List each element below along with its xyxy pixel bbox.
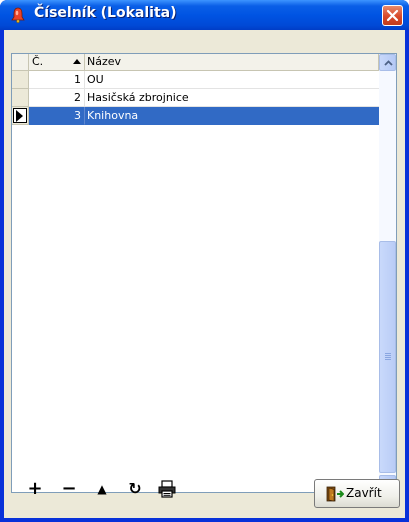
- scroll-thumb[interactable]: [379, 241, 396, 473]
- column-header-number-label: Č.: [32, 55, 44, 68]
- window-title: Číselník (Lokalita): [34, 5, 177, 21]
- grip-line: [385, 355, 391, 356]
- cell-number[interactable]: 2: [29, 89, 85, 107]
- cell-name[interactable]: OU: [85, 71, 379, 89]
- grip-line: [385, 353, 391, 354]
- data-grid[interactable]: Č. Název 1 OU 2 Hasičská zbrojnice 3 Kni…: [11, 53, 397, 493]
- column-header-number[interactable]: Č.: [29, 54, 85, 71]
- dialog-body: Č. Název 1 OU 2 Hasičská zbrojnice 3 Kni…: [4, 30, 405, 518]
- row-indicator[interactable]: [12, 89, 29, 107]
- column-header-name[interactable]: Název: [85, 54, 379, 71]
- row-indicator-current[interactable]: [12, 107, 29, 125]
- cell-number[interactable]: 3: [29, 107, 85, 125]
- printer-icon: [158, 480, 176, 498]
- delete-record-button[interactable]: −: [58, 478, 80, 500]
- window-close-button[interactable]: [382, 5, 403, 26]
- window-frame-bottom: [0, 518, 409, 522]
- vertical-scrollbar[interactable]: [379, 54, 396, 492]
- bell-icon: [10, 7, 26, 23]
- cell-number[interactable]: 1: [29, 71, 85, 89]
- row-indicator-header: [12, 54, 29, 71]
- refresh-button[interactable]: ↻: [124, 478, 146, 500]
- sort-ascending-icon: [73, 59, 81, 64]
- cell-name[interactable]: Knihovna: [85, 107, 379, 125]
- table-row-selected[interactable]: 3 Knihovna: [12, 107, 379, 125]
- table-row[interactable]: 1 OU: [12, 71, 379, 89]
- print-button[interactable]: [156, 478, 178, 500]
- cell-name[interactable]: Hasičská zbrojnice: [85, 89, 379, 107]
- title-bar[interactable]: Číselník (Lokalita): [0, 0, 409, 30]
- dialog-window: Číselník (Lokalita) Č. Název 1 OU 2 Hasi…: [0, 0, 409, 522]
- row-indicator[interactable]: [12, 71, 29, 89]
- column-header-name-label: Název: [87, 55, 122, 68]
- move-up-button[interactable]: ▲: [91, 478, 113, 500]
- grip-line: [385, 357, 391, 358]
- close-button[interactable]: Zavřít: [314, 479, 400, 508]
- grip-line: [385, 359, 391, 360]
- close-button-label: Zavřít: [346, 486, 382, 500]
- add-record-button[interactable]: +: [24, 478, 46, 500]
- exit-door-icon: [326, 486, 344, 502]
- scroll-up-button[interactable]: [379, 54, 396, 71]
- close-x-icon: [386, 9, 399, 22]
- current-record-pointer-icon: [16, 110, 23, 122]
- chevron-up-icon: [384, 60, 393, 66]
- table-row[interactable]: 2 Hasičská zbrojnice: [12, 89, 379, 107]
